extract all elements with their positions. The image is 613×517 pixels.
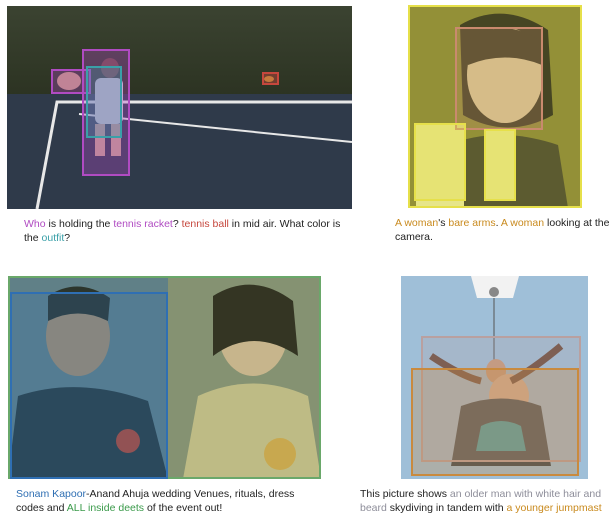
caption-segment: 's bbox=[438, 217, 449, 229]
caption-segment: ? bbox=[172, 218, 182, 230]
caption-segment: ALL inside deets bbox=[66, 502, 145, 514]
caption-segment: Who bbox=[24, 218, 46, 230]
couple-image bbox=[8, 276, 321, 479]
caption-segment: tennis racket bbox=[113, 218, 173, 230]
caption-segment: A woman bbox=[395, 217, 439, 229]
caption-segment: of the event out! bbox=[144, 502, 223, 514]
bbox-jumpmaster bbox=[411, 368, 579, 476]
caption-segment: is holding the bbox=[45, 218, 114, 230]
caption-woman: A woman's bare arms. A woman looking at … bbox=[395, 216, 611, 244]
caption-skydiving: This picture shows an older man with whi… bbox=[360, 487, 613, 515]
caption-segment: This picture shows bbox=[360, 488, 450, 500]
caption-segment: tennis ball bbox=[181, 218, 229, 230]
skydiving-image bbox=[401, 276, 588, 479]
bbox-man bbox=[10, 292, 168, 479]
bbox-arm-right bbox=[484, 129, 516, 201]
caption-segment: bare arms bbox=[448, 217, 496, 229]
caption-segment: outfit bbox=[41, 232, 65, 244]
bbox-outfit bbox=[86, 66, 122, 138]
court-lines bbox=[35, 58, 352, 209]
caption-couple: Sonam Kapoor-Anand Ahuja wedding Venues,… bbox=[16, 487, 316, 515]
woman-image bbox=[408, 5, 582, 208]
caption-segment: Sonam Kapoor bbox=[16, 488, 87, 500]
caption-tennis: Who is holding the tennis racket? tennis… bbox=[24, 217, 342, 245]
tennis-image bbox=[7, 6, 352, 209]
caption-segment: ? bbox=[64, 232, 71, 244]
bbox-arm-left bbox=[414, 123, 466, 201]
bbox-tennis-ball bbox=[262, 72, 279, 85]
caption-segment: a younger jumpmast bbox=[506, 502, 602, 514]
caption-segment: skydiving in tandem with bbox=[386, 502, 507, 514]
bbox-face bbox=[455, 27, 543, 130]
caption-segment: A woman bbox=[500, 217, 545, 229]
